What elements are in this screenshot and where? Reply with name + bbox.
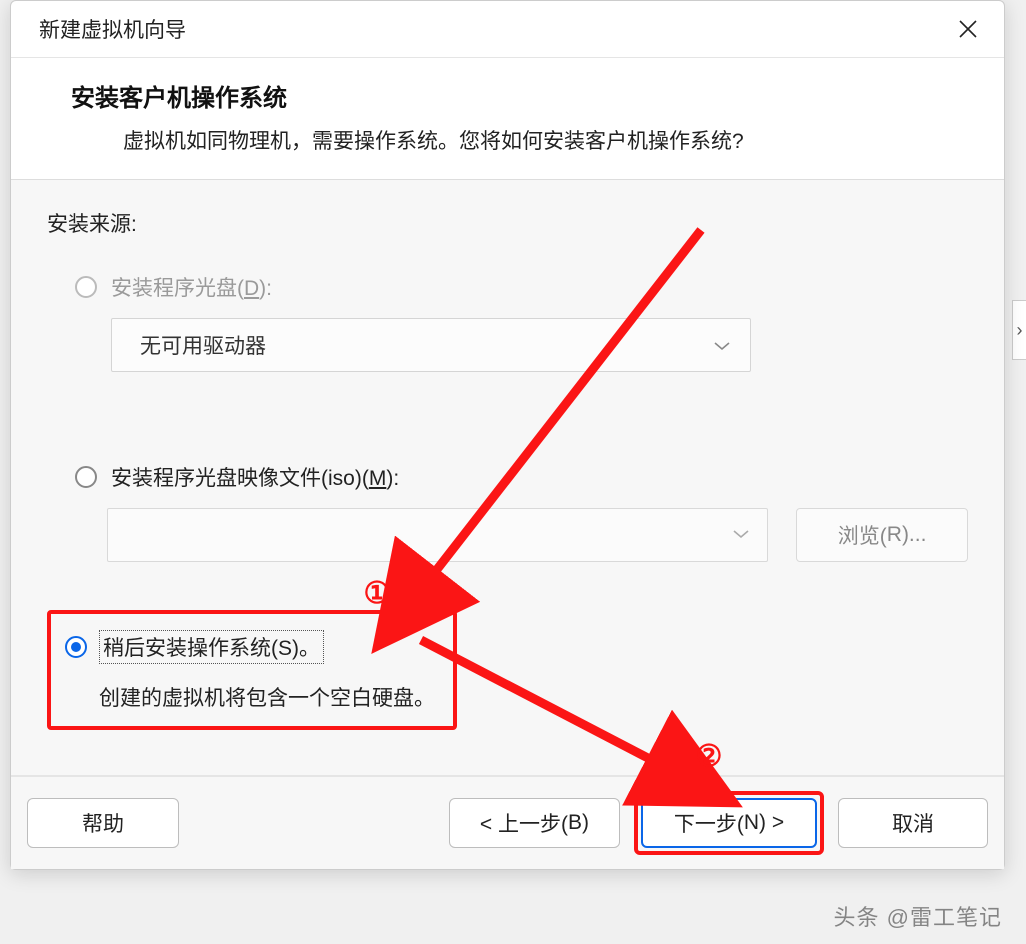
- wizard-dialog: 新建虚拟机向导 安装客户机操作系统 虚拟机如同物理机，需要操作系统。您将如何安装…: [10, 0, 1005, 870]
- browse-button[interactable]: 浏览(R)...: [796, 508, 968, 562]
- disc-dropdown-value: 无可用驱动器: [140, 330, 266, 360]
- watermark: 头条 @雷工笔记: [834, 900, 1002, 932]
- header-band: 安装客户机操作系统 虚拟机如同物理机，需要操作系统。您将如何安装客户机操作系统?: [11, 57, 1004, 180]
- iso-input-row: 浏览(R)...: [107, 508, 968, 562]
- chevron-down-icon: [733, 526, 749, 544]
- option-iso-label: 安装程序光盘映像文件(iso)(M):: [111, 462, 399, 492]
- disc-dropdown[interactable]: 无可用驱动器: [111, 318, 751, 372]
- bg-side-tab: ›: [1012, 300, 1026, 360]
- option-later-row[interactable]: 稍后安装操作系统(S)。: [65, 630, 439, 664]
- option-iso-row[interactable]: 安装程序光盘映像文件(iso)(M):: [75, 462, 968, 492]
- titlebar: 新建虚拟机向导: [11, 1, 1004, 57]
- annotation-number-1: ①: [359, 575, 395, 611]
- option-disc-row[interactable]: 安装程序光盘(D):: [75, 272, 968, 302]
- option-later-highlight: 稍后安装操作系统(S)。 创建的虚拟机将包含一个空白硬盘。: [47, 610, 457, 730]
- iso-path-combo[interactable]: [107, 508, 768, 562]
- annotation-number-2: ②: [691, 738, 727, 774]
- option-later-label: 稍后安装操作系统(S)。: [99, 630, 324, 664]
- radio-disc[interactable]: [75, 276, 97, 298]
- cancel-button[interactable]: 取消: [838, 798, 988, 848]
- header-subtitle: 虚拟机如同物理机，需要操作系统。您将如何安装客户机操作系统?: [71, 125, 964, 155]
- option-disc-label: 安装程序光盘(D):: [111, 272, 272, 302]
- content-area: 安装来源: 安装程序光盘(D): 无可用驱动器 安装程序光盘映像文件(iso)(…: [11, 180, 1004, 775]
- bg-side-text: [1008, 420, 1026, 460]
- radio-iso[interactable]: [75, 466, 97, 488]
- close-button[interactable]: [950, 11, 986, 47]
- footer: 帮助 < 上一步(B) 下一步(N) > 取消: [11, 775, 1004, 869]
- next-button-highlight: 下一步(N) >: [634, 791, 824, 855]
- radio-later[interactable]: [65, 636, 87, 658]
- option-later-desc: 创建的虚拟机将包含一个空白硬盘。: [65, 682, 439, 712]
- help-button[interactable]: 帮助: [27, 798, 179, 848]
- close-icon: [959, 20, 977, 38]
- chevron-down-icon: [714, 333, 730, 357]
- next-button[interactable]: 下一步(N) >: [641, 798, 817, 848]
- header-title: 安装客户机操作系统: [71, 78, 964, 113]
- dialog-title: 新建虚拟机向导: [39, 14, 186, 44]
- source-label: 安装来源:: [47, 208, 968, 238]
- back-button[interactable]: < 上一步(B): [449, 798, 620, 848]
